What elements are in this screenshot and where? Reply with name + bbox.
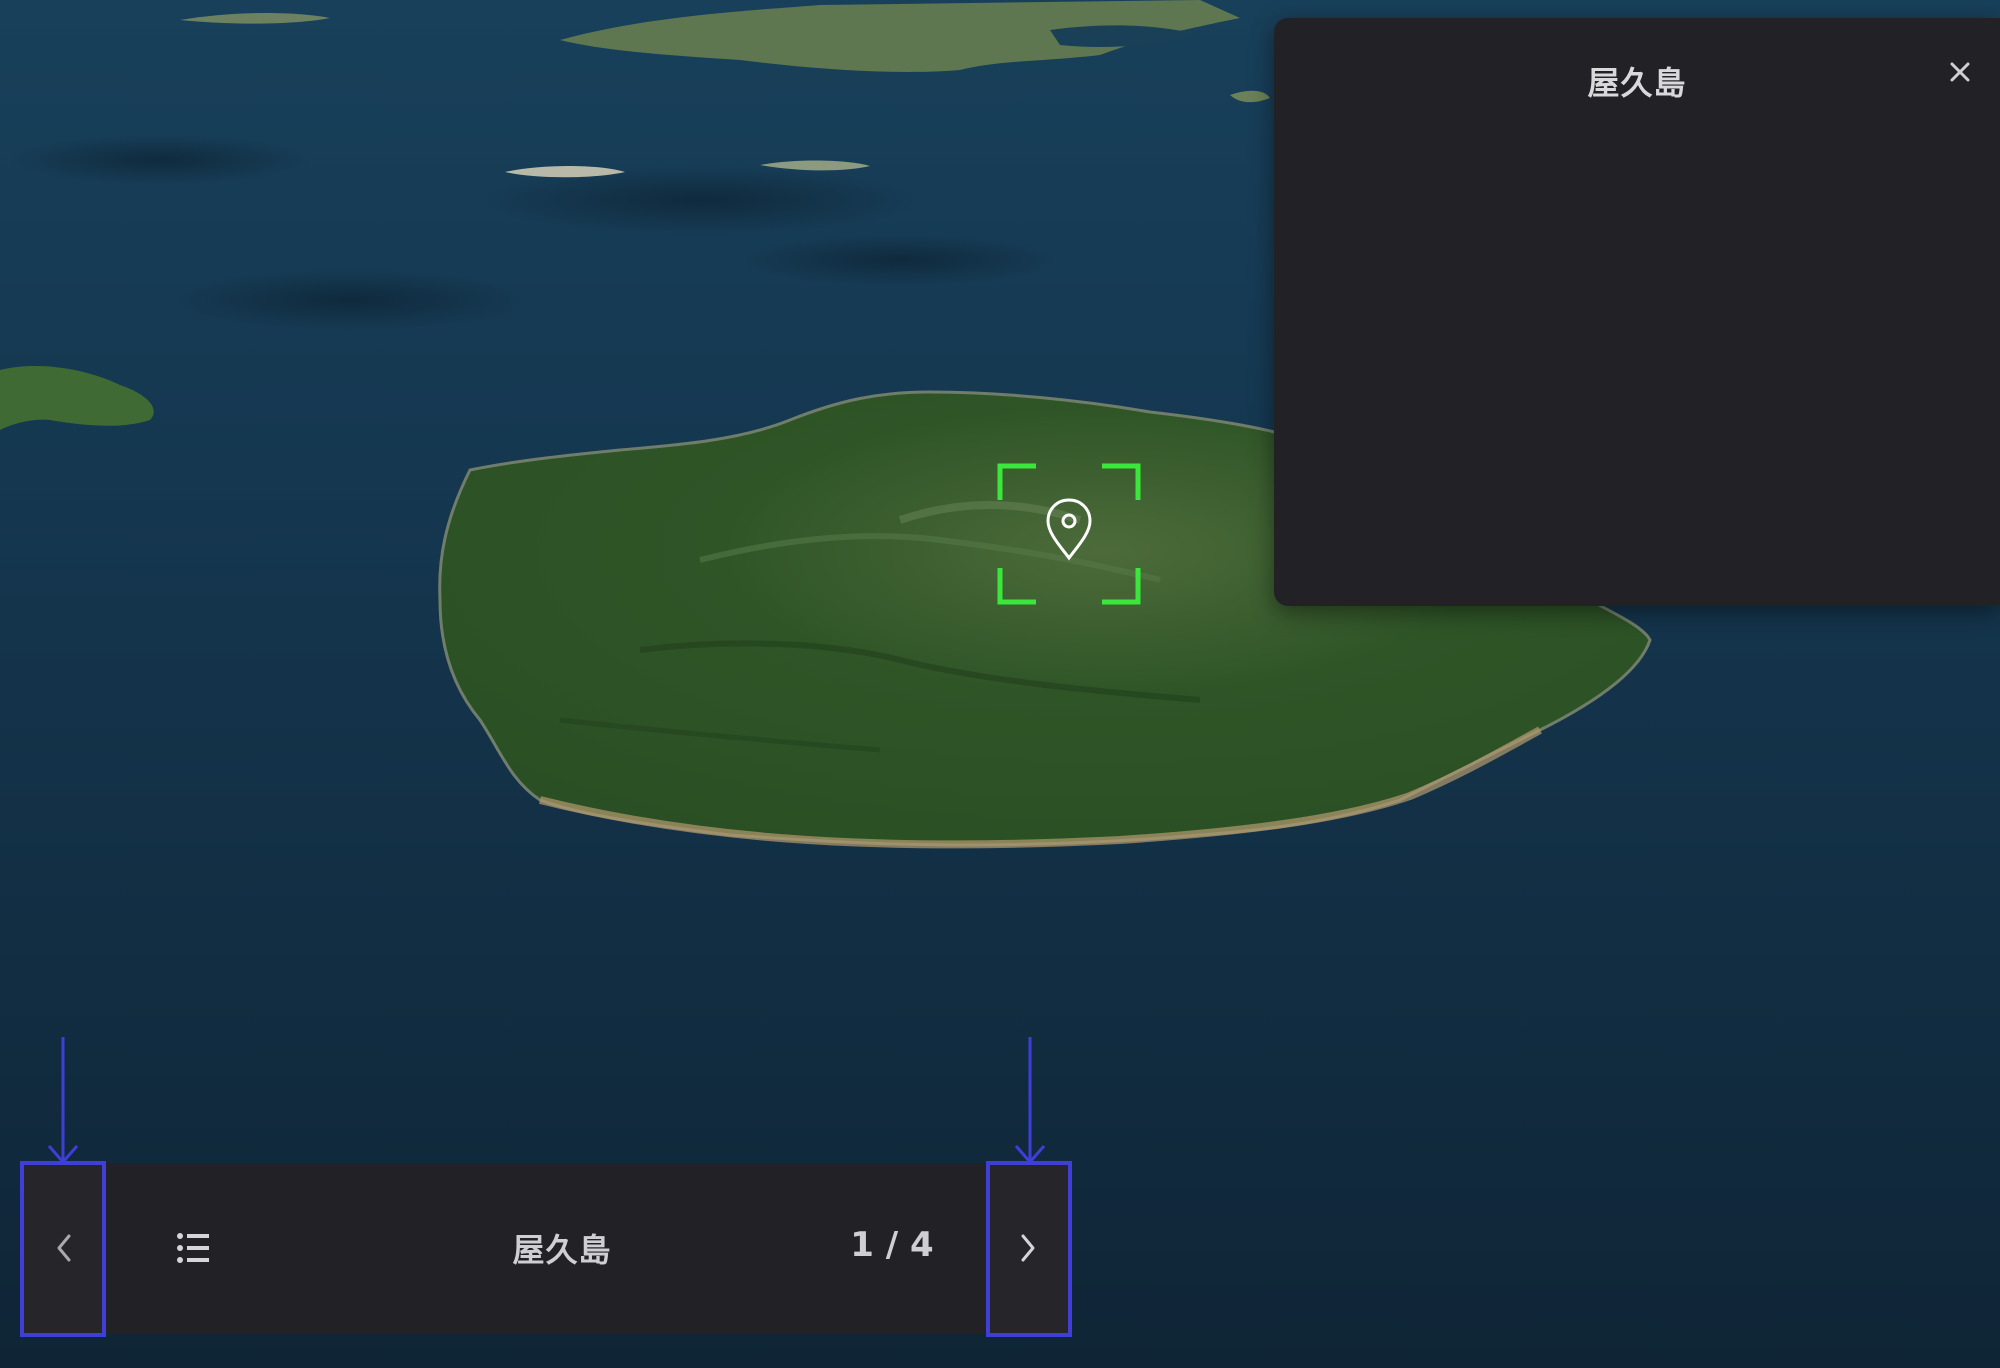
tour-navigation-bar: 屋久島 1 / 4 — [22, 1163, 1072, 1333]
list-icon — [177, 1233, 209, 1263]
tour-stop-title: 屋久島 — [512, 1231, 612, 1269]
tour-counter: 1 / 4 — [850, 1225, 934, 1265]
info-panel-title: 屋久島 — [1587, 64, 1687, 102]
close-button[interactable] — [1942, 54, 1978, 90]
annotation-box-next — [986, 1161, 1072, 1337]
annotation-box-previous — [20, 1161, 106, 1337]
map-viewport[interactable]: 屋久島 屋久島 1 / 4 — [0, 0, 2000, 1368]
list-button[interactable] — [170, 1223, 220, 1273]
close-icon — [1950, 62, 1970, 82]
info-panel: 屋久島 — [1274, 18, 2000, 606]
